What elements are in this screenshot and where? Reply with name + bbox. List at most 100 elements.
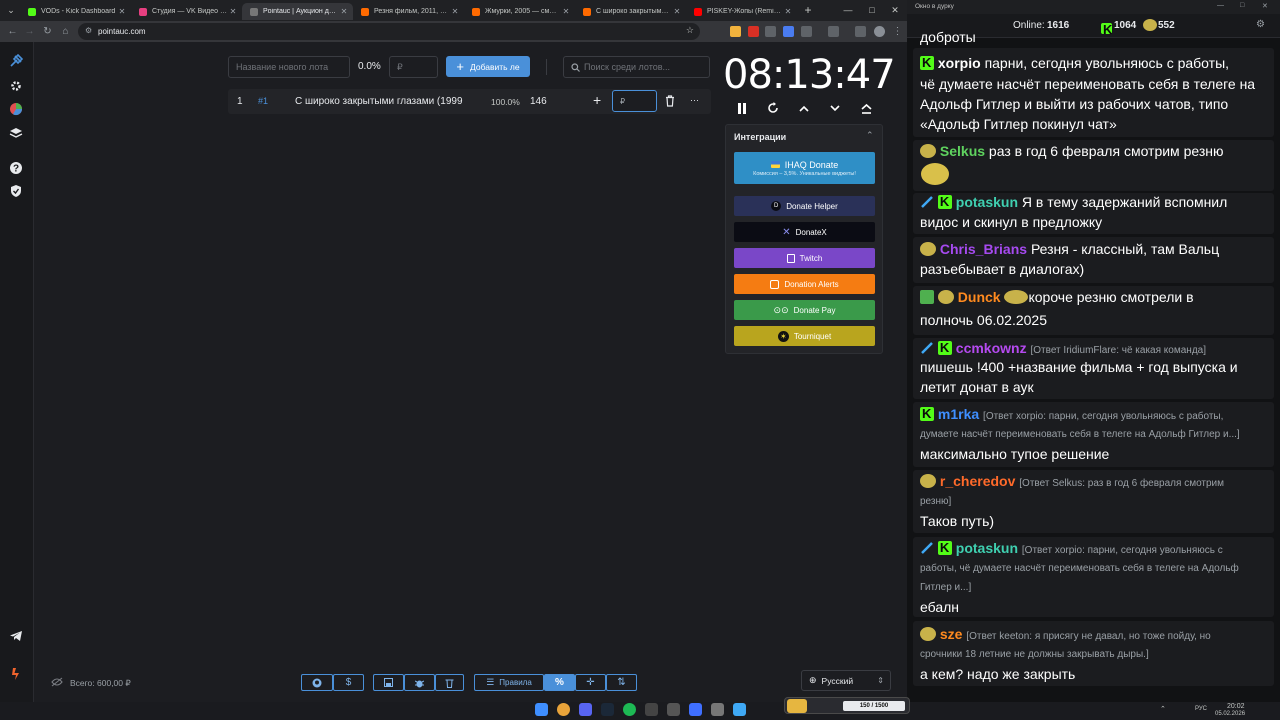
chat-nick[interactable]: potaskun	[956, 540, 1018, 556]
address-bar[interactable]: ⚙ pointauc.com ☆	[78, 23, 700, 40]
close-tab-icon[interactable]: ✕	[782, 7, 794, 16]
donation-alerts-button[interactable]: Donation Alerts	[734, 274, 875, 294]
chat-nick[interactable]: Chris_Brians	[940, 241, 1027, 257]
close-tab-icon[interactable]: ✕	[227, 7, 239, 16]
delete-trash-icon[interactable]	[665, 95, 675, 107]
chrome-taskbar-icon[interactable]	[557, 703, 570, 716]
move-button[interactable]: ✛	[575, 674, 606, 691]
ihaq-donate-button[interactable]: IHAQ Donate Комиссия – 3,5%. Уникальные …	[734, 152, 875, 184]
auction-hammer-icon[interactable]	[9, 54, 23, 68]
lot-search-input[interactable]: Поиск среди лотов...	[563, 56, 710, 78]
github-button[interactable]	[301, 674, 333, 691]
windows-start-icon[interactable]	[535, 703, 548, 716]
tab-youtube-music[interactable]: PISKEY-Жопы (Remix BSWI✕	[686, 3, 797, 20]
tray-expand-icon[interactable]: ⌃	[1160, 705, 1166, 713]
timer-up-icon[interactable]	[796, 100, 812, 116]
bookmark-star-icon[interactable]: ☆	[686, 25, 694, 36]
tab-search-icon[interactable]: ⌄	[2, 0, 20, 20]
tab-vk-studio[interactable]: Студия — VK Видео Live ✕	[131, 3, 242, 20]
clear-trash-button[interactable]	[435, 674, 464, 691]
app-taskbar-icon[interactable]	[689, 703, 702, 716]
site-info-icon[interactable]: ⚙	[85, 26, 92, 35]
maximize-icon[interactable]: □	[860, 0, 884, 20]
input-language[interactable]: РУС	[1195, 706, 1207, 712]
hide-eye-icon[interactable]	[51, 677, 63, 687]
forward-icon[interactable]: →	[22, 24, 37, 39]
close-tab-icon[interactable]: ✕	[449, 7, 461, 16]
home-icon[interactable]: ⌂	[58, 24, 73, 39]
donate-pay-button[interactable]: ⊙⊙ Donate Pay	[734, 300, 875, 320]
shield-icon[interactable]	[9, 184, 23, 198]
minimize-icon[interactable]: —	[836, 0, 860, 20]
timer-double-up-icon[interactable]	[858, 100, 874, 116]
chat-nick[interactable]: r_cheredov	[940, 473, 1015, 489]
chat-nick[interactable]: sze	[940, 626, 963, 642]
telegram-icon[interactable]	[9, 629, 23, 643]
tourniquet-button[interactable]: ✶ Tourniquet	[734, 326, 875, 346]
chat-nick[interactable]: xorpio	[938, 55, 981, 71]
twitch-button[interactable]: Twitch	[734, 248, 875, 268]
collapse-chevron-icon[interactable]: ⌃	[866, 130, 874, 141]
tab-kick-dashboard[interactable]: VODs - Kick Dashboard ✕	[20, 3, 131, 20]
sidebar-panel-icon[interactable]	[855, 26, 866, 37]
lot-name[interactable]: С широко закрытыми глазами (1999	[295, 96, 475, 107]
lot-add-amount-button[interactable]: +	[593, 92, 601, 108]
steam-taskbar-icon[interactable]	[601, 703, 614, 716]
bug-report-button[interactable]	[404, 674, 435, 691]
layers-icon[interactable]	[9, 126, 23, 140]
new-lot-name-input[interactable]: Название нового лота	[228, 56, 350, 78]
tab-pointauc[interactable]: Pointauc | Аукцион для стр✕	[242, 3, 353, 20]
donatex-button[interactable]: ✕ DonateX	[734, 222, 875, 242]
close-tab-icon[interactable]: ✕	[560, 7, 572, 16]
sort-button[interactable]: ⇅	[606, 674, 637, 691]
settings-gear-icon[interactable]	[9, 79, 23, 93]
media-widget[interactable]: 150 / 1500	[784, 697, 910, 714]
tab-eyes-wide-shut[interactable]: С широко закрытыми глаз✕	[575, 3, 686, 20]
chat-nick[interactable]: ccmkownz	[956, 340, 1027, 356]
reload-icon[interactable]: ↻	[40, 24, 55, 39]
new-tab-button[interactable]: +	[796, 0, 820, 20]
lot-more-menu-icon[interactable]: ···	[690, 95, 699, 105]
help-icon[interactable]: ?	[9, 161, 23, 175]
app-taskbar-icon[interactable]	[711, 703, 724, 716]
percent-mode-button[interactable]: %	[544, 674, 575, 691]
back-icon[interactable]: ←	[5, 24, 20, 39]
chat-nick[interactable]: m1rka	[938, 406, 979, 422]
profile-avatar-icon[interactable]	[874, 26, 885, 37]
extension-record-icon[interactable]	[748, 26, 759, 37]
language-select[interactable]: ⊕ Русский ⇕	[801, 670, 891, 691]
chat-nick[interactable]: potaskun	[956, 194, 1018, 210]
telegram-taskbar-icon[interactable]	[733, 703, 746, 716]
tab-reznya[interactable]: Резня фильм, 2011, дата вы✕	[353, 3, 464, 20]
chat-minimize-icon[interactable]: —	[1217, 2, 1224, 9]
spotify-taskbar-icon[interactable]	[623, 703, 636, 716]
app-taskbar-icon[interactable]	[667, 703, 680, 716]
obs-taskbar-icon[interactable]	[645, 703, 658, 716]
extension-icon[interactable]	[765, 26, 776, 37]
discord-taskbar-icon[interactable]	[579, 703, 592, 716]
chat-settings-icon[interactable]: ⚙	[1256, 19, 1265, 30]
extension-icon[interactable]	[730, 26, 741, 37]
donate-dollar-button[interactable]: $	[333, 674, 364, 691]
reset-timer-icon[interactable]	[765, 100, 781, 116]
clock-date[interactable]: 05.02.2026	[1215, 711, 1245, 717]
chat-nick[interactable]: Dunck	[958, 289, 1001, 305]
wheel-icon[interactable]	[9, 102, 23, 116]
new-lot-amount-input[interactable]: ₽	[389, 56, 438, 78]
add-lot-button[interactable]: + Добавить ле	[446, 56, 530, 77]
tab-zhmurki[interactable]: Жмурки, 2005 — смотреть✕	[464, 3, 575, 20]
lot-amount-input[interactable]: ₽	[612, 90, 657, 112]
chat-nick[interactable]: Selkus	[940, 143, 985, 159]
boosty-icon[interactable]	[9, 667, 23, 681]
browser-menu-icon[interactable]: ⋮	[890, 24, 905, 39]
download-icon[interactable]	[828, 26, 839, 37]
extension-icon[interactable]	[783, 26, 794, 37]
pause-icon[interactable]	[734, 100, 750, 116]
chat-maximize-icon[interactable]: □	[1240, 2, 1244, 9]
extensions-puzzle-icon[interactable]	[801, 26, 812, 37]
rules-button[interactable]: ☰ Правила	[474, 674, 544, 691]
close-tab-icon[interactable]: ✕	[671, 7, 683, 16]
save-button[interactable]	[373, 674, 404, 691]
close-tab-icon[interactable]: ✕	[338, 7, 350, 16]
close-tab-icon[interactable]: ✕	[116, 7, 128, 16]
